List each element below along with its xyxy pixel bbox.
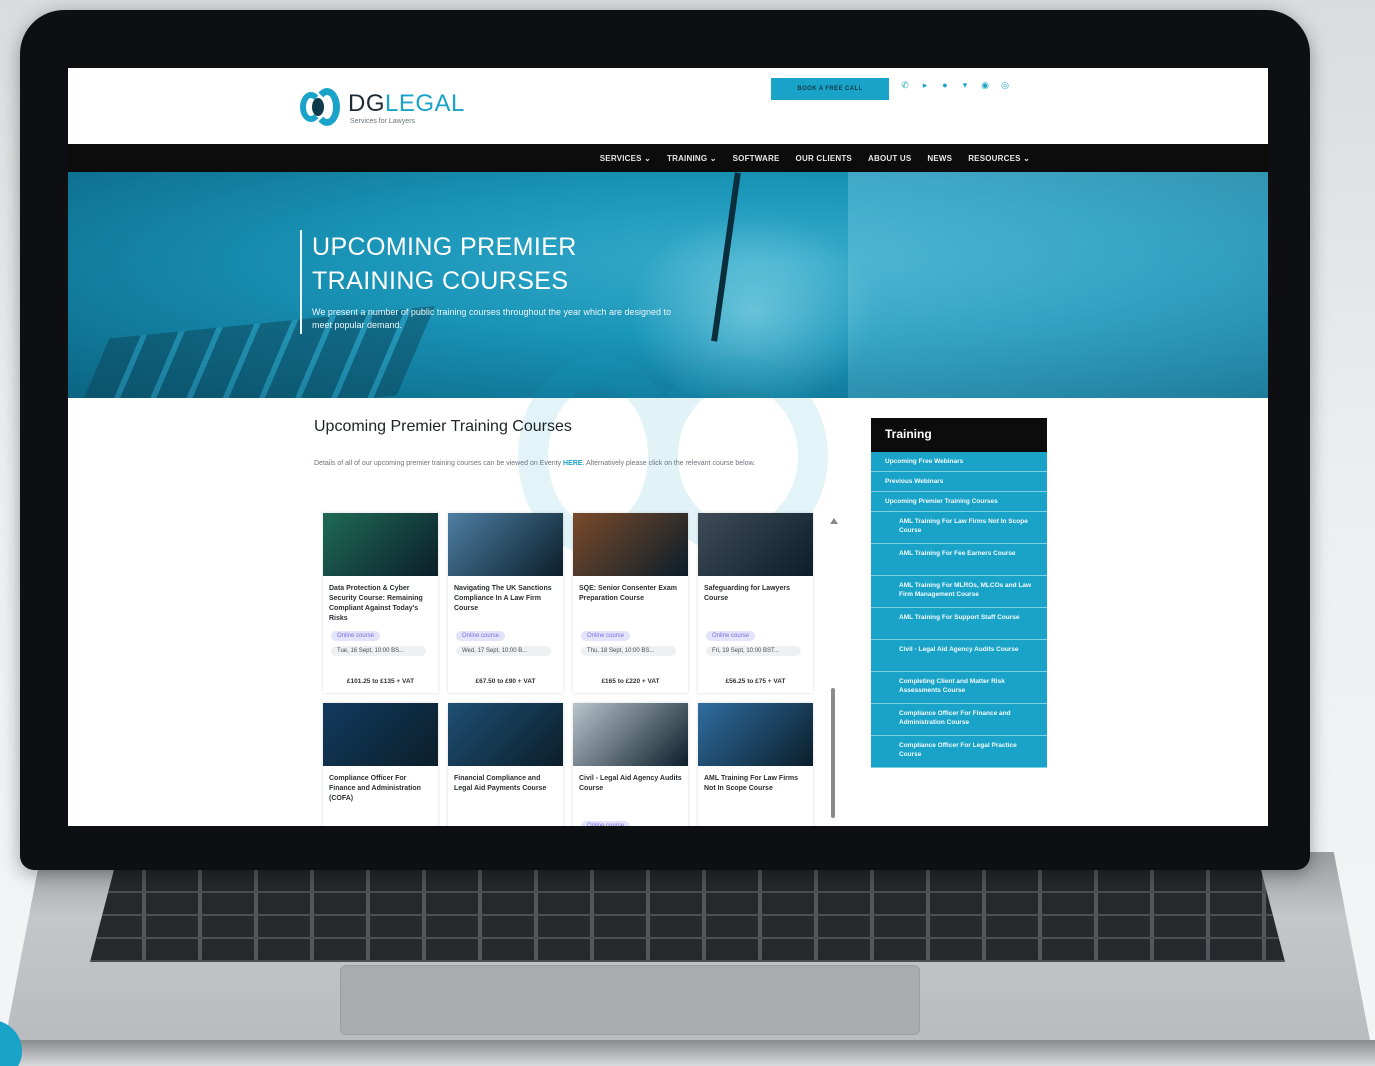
course-card[interactable]: Data Protection & Cyber Security Course:… (323, 513, 438, 693)
course-card[interactable]: AML Training For Law Firms Not In Scope … (698, 703, 813, 826)
course-card-title[interactable]: SQE: Senior Consenter Exam Preparation C… (573, 576, 688, 624)
sidebar-item[interactable]: Compliance Officer For Legal Practice Co… (871, 736, 1047, 768)
laptop-trackpad (340, 965, 920, 1035)
course-card-badge: Online course (706, 631, 756, 641)
sidebar-item[interactable]: Previous Webinars (871, 472, 1047, 492)
nav-services[interactable]: SERVICES ⌄ (600, 154, 651, 163)
course-card-image[interactable] (698, 703, 813, 766)
course-card-badge: Online course (581, 821, 631, 826)
course-card-date: Thu, 18 Sept, 10:00 BS... (581, 646, 676, 656)
here-link[interactable]: HERE (563, 460, 582, 467)
phone-icon[interactable]: ✆ (900, 80, 910, 90)
sidebar-item[interactable]: Compliance Officer For Finance and Admin… (871, 704, 1047, 736)
course-card-image[interactable] (323, 703, 438, 766)
nav-training[interactable]: TRAINING ⌄ (667, 154, 717, 163)
social-links: ✆ ▸ ● ▾ ◉ ◎ (900, 80, 1010, 90)
linkedin-icon[interactable]: ▸ (920, 80, 930, 90)
sidebar-item[interactable]: Upcoming Free Webinars (871, 452, 1047, 472)
hero-paper-image (848, 172, 1268, 398)
course-card-price: £56.25 to £75 + VAT (725, 678, 786, 685)
main-content: Upcoming Premier Training Courses Detail… (68, 356, 1268, 826)
course-card-date: Wed, 17 Sept, 10:00 B... (456, 646, 551, 656)
sidebar-item[interactable]: AML Training For Law Firms Not In Scope … (871, 512, 1047, 544)
content-description: Details of all of our upcoming premier t… (314, 458, 834, 469)
desc-text-after: . Alternatively please click on the rele… (582, 460, 756, 467)
hero-banner: UPCOMING PREMIER TRAINING COURSES We pre… (68, 172, 1268, 398)
course-card-image[interactable] (573, 703, 688, 766)
content-title: Upcoming Premier Training Courses (314, 418, 572, 435)
facebook-icon[interactable]: ● (940, 80, 950, 90)
course-card-date: Fri, 19 Sept, 10:00 BST... (706, 646, 801, 656)
course-card[interactable]: Safeguarding for Lawyers Course Online co… (698, 513, 813, 693)
logo-mark-icon (300, 86, 342, 128)
logo-dg: DG (348, 89, 385, 117)
logo-tagline: Services for Lawyers (350, 117, 415, 125)
course-card-title[interactable]: Financial Compliance and Legal Aid Payme… (448, 766, 563, 814)
twitter-icon[interactable]: ▾ (960, 80, 970, 90)
desc-text-before: Details of all of our upcoming premier t… (314, 460, 564, 467)
laptop-keyboard-rows (90, 870, 1285, 962)
course-card-image[interactable] (323, 513, 438, 576)
sidebar-item[interactable]: AML Training For MLROs, MLCOs and Law Fi… (871, 576, 1047, 608)
course-card-price: £165 to £220 + VAT (601, 678, 660, 685)
laptop-screen: DGLEGAL Services for Lawyers BOOK A FREE… (68, 68, 1268, 826)
nav-news[interactable]: NEWS (927, 154, 952, 163)
laptop-base-lip (0, 1040, 1375, 1066)
course-card-badge: Online course (456, 631, 506, 641)
course-scrollbar[interactable] (830, 518, 838, 818)
course-card-title[interactable]: Navigating The UK Sanctions Compliance I… (448, 576, 563, 624)
instagram-icon[interactable]: ◉ (980, 80, 990, 90)
course-card-price: £67.50 to £90 + VAT (475, 678, 536, 685)
course-card-title[interactable]: AML Training For Law Firms Not In Scope … (698, 766, 813, 814)
course-card-image[interactable] (448, 513, 563, 576)
training-sidebar: Training Upcoming Free Webinars Previous … (871, 418, 1047, 826)
sidebar-item[interactable]: Civil - Legal Aid Agency Audits Course (871, 640, 1047, 672)
nav-about-us[interactable]: ABOUT US (868, 154, 911, 163)
scroll-up-icon[interactable] (830, 518, 838, 524)
course-card[interactable]: Compliance Officer For Finance and Admin… (323, 703, 438, 826)
logo-text: DGLEGAL Services for Lawyers (348, 90, 465, 125)
hero-text-block: UPCOMING PREMIER TRAINING COURSES We pre… (300, 230, 692, 334)
course-card-badge: Online course (581, 631, 631, 641)
laptop-lid: DGLEGAL Services for Lawyers BOOK A FREE… (20, 10, 1310, 870)
course-card-title[interactable]: Compliance Officer For Finance and Admin… (323, 766, 438, 814)
course-card-title[interactable]: Data Protection & Cyber Security Course:… (323, 576, 438, 624)
sidebar-list: Upcoming Free Webinars Previous Webinars U… (871, 452, 1047, 768)
course-card[interactable]: Financial Compliance and Legal Aid Payme… (448, 703, 563, 826)
course-grid: Data Protection & Cyber Security Course:… (323, 513, 818, 826)
course-card[interactable]: Civil - Legal Aid Agency Audits Course On… (573, 703, 688, 826)
site-logo[interactable]: DGLEGAL Services for Lawyers (300, 86, 465, 128)
course-card-price: £101.25 to £135 + VAT (346, 678, 415, 685)
logo-legal: LEGAL (385, 89, 465, 117)
sidebar-item[interactable]: AML Training For Fee Earners Course (871, 544, 1047, 576)
course-card-image[interactable] (698, 513, 813, 576)
site-header: DGLEGAL Services for Lawyers BOOK A FREE… (68, 68, 1268, 144)
course-card-badge: Online course (331, 631, 381, 641)
course-card[interactable]: Navigating The UK Sanctions Compliance I… (448, 513, 563, 693)
course-card-image[interactable] (573, 513, 688, 576)
nav-resources[interactable]: RESOURCES ⌄ (968, 154, 1030, 163)
hero-subtitle: We present a number of public training c… (312, 307, 672, 330)
book-call-button[interactable]: BOOK A FREE CALL (771, 78, 889, 100)
sidebar-item[interactable]: AML Training For Support Staff Course (871, 608, 1047, 640)
nav-software[interactable]: SOFTWARE (733, 154, 780, 163)
course-card-title[interactable]: Civil - Legal Aid Agency Audits Course (573, 766, 688, 814)
logo-name: DGLEGAL (348, 90, 465, 118)
nav-our-clients[interactable]: OUR CLIENTS (796, 154, 852, 163)
sidebar-title: Training (871, 418, 1047, 452)
course-card[interactable]: SQE: Senior Consenter Exam Preparation C… (573, 513, 688, 693)
main-nav: SERVICES ⌄ TRAINING ⌄ SOFTWARE OUR CLIEN… (68, 144, 1268, 172)
hero-title: UPCOMING PREMIER TRAINING COURSES (312, 233, 577, 295)
logo-watermark-icon (518, 356, 838, 556)
youtube-icon[interactable]: ◎ (1000, 80, 1010, 90)
course-card-date: Tue, 16 Sept, 10:00 BS... (331, 646, 426, 656)
course-card-title[interactable]: Safeguarding for Lawyers Course (698, 576, 813, 624)
scroll-thumb[interactable] (831, 688, 835, 818)
sidebar-item[interactable]: Completing Client and Matter Risk Assess… (871, 672, 1047, 704)
course-card-image[interactable] (448, 703, 563, 766)
sidebar-item[interactable]: Upcoming Premier Training Courses (871, 492, 1047, 512)
